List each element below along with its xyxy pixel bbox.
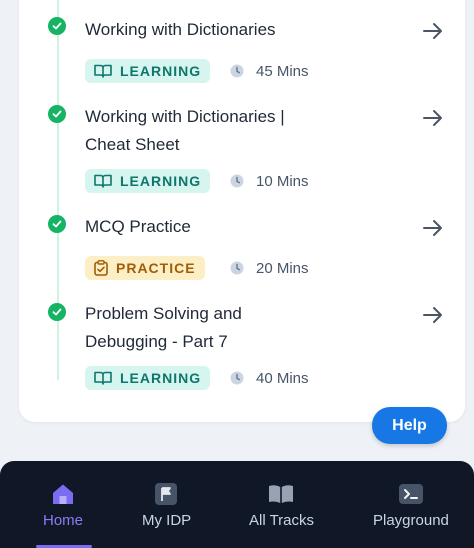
completed-check-icon [48,17,66,35]
book-icon [94,174,112,188]
learning-badge: LEARNING [85,59,211,83]
completed-check-icon [48,105,66,123]
lesson-duration: 10 Mins [230,169,309,193]
nav-item-home[interactable]: Home [0,461,128,548]
practice-badge: PRACTICE [85,256,205,280]
completed-check-icon [48,303,66,321]
lesson-title[interactable]: Working with Dictionaries [85,16,395,44]
clipboard-check-icon [94,260,108,276]
flag-icon [155,483,177,505]
book-icon [94,64,112,78]
lesson-title[interactable]: MCQ Practice [85,213,395,241]
nav-label: Playground [373,512,449,529]
clock-icon [230,261,244,275]
arrow-right-icon[interactable] [421,19,445,43]
lesson-title[interactable]: Problem Solving and Debugging - Part 7 [85,300,395,356]
nav-label: My IDP [142,512,192,529]
book-icon [94,371,112,385]
nav-label: Home [43,512,84,529]
nav-item-my-idp[interactable]: My IDP [128,461,218,548]
bottom-navigation: Home My IDP All Tracks Playground [0,461,474,548]
arrow-right-icon[interactable] [421,216,445,240]
lesson-item[interactable]: MCQ Practice PRACTICE 20 Mins [0,210,474,300]
learning-badge: LEARNING [85,366,211,390]
home-icon [53,484,73,504]
nav-label: All Tracks [249,512,315,529]
lesson-item[interactable]: Working with Dictionaries LEARNING 45 Mi… [0,0,474,90]
completed-check-icon [48,215,66,233]
clock-icon [230,371,244,385]
learning-badge: LEARNING [85,169,211,193]
clock-icon [230,64,244,78]
lesson-duration: 20 Mins [230,256,309,280]
nav-item-playground[interactable]: Playground [360,461,474,548]
book-icon [269,485,293,503]
terminal-icon [399,484,423,504]
clock-icon [230,174,244,188]
lesson-duration: 45 Mins [230,59,309,83]
lesson-item[interactable]: Working with Dictionaries | Cheat Sheet … [0,90,474,210]
lesson-duration: 40 Mins [230,366,309,390]
arrow-right-icon[interactable] [421,303,445,327]
lesson-title[interactable]: Working with Dictionaries | Cheat Sheet [85,103,395,159]
help-button[interactable]: Help [372,407,447,444]
lesson-item[interactable]: Problem Solving and Debugging - Part 7 L… [0,300,474,400]
arrow-right-icon[interactable] [421,106,445,130]
nav-item-all-tracks[interactable]: All Tracks [230,461,340,548]
